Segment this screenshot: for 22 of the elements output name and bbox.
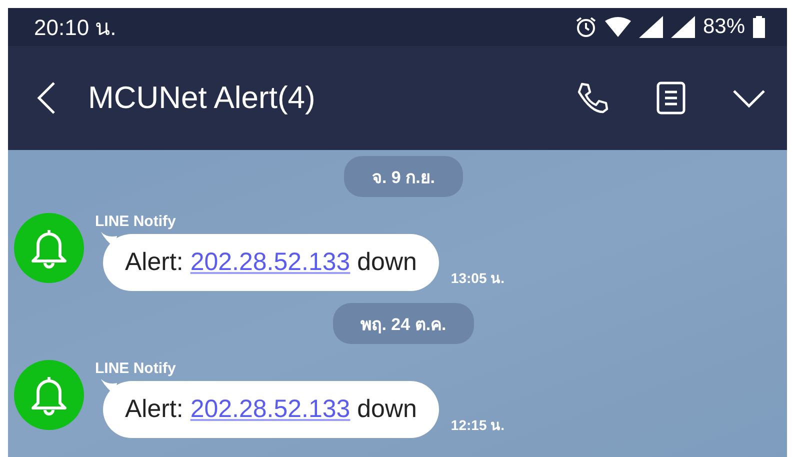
wifi-icon — [604, 17, 631, 37]
date-label: พฤ. 24 ต.ค. — [332, 303, 474, 344]
alarm-icon — [574, 16, 597, 38]
ip-link[interactable]: 202.28.52.133 — [190, 248, 350, 276]
signal-icon — [638, 16, 663, 38]
battery-icon — [753, 16, 765, 38]
message-time: 13:05 น. — [450, 269, 505, 288]
signal-icon — [670, 16, 695, 38]
date-label: จ. 9 ก.ย. — [344, 156, 464, 197]
message-bubble: Alert: 202.28.52.133 down — [103, 234, 439, 291]
message-bubble: Alert: 202.28.52.133 down — [103, 381, 439, 438]
status-time: 20:10 น. — [34, 14, 118, 42]
notes-icon — [656, 81, 686, 115]
sender-name: LINE Notify — [95, 360, 177, 377]
chat-title: MCUNet Alert(4) — [88, 80, 316, 116]
back-icon — [36, 81, 56, 115]
chevron-down-icon — [732, 88, 766, 108]
sender-name: LINE Notify — [95, 213, 177, 230]
ip-link[interactable]: 202.28.52.133 — [190, 395, 350, 423]
phone-icon — [576, 81, 610, 115]
battery-percent: 83% — [702, 15, 745, 39]
message-time: 12:15 น. — [450, 416, 505, 435]
